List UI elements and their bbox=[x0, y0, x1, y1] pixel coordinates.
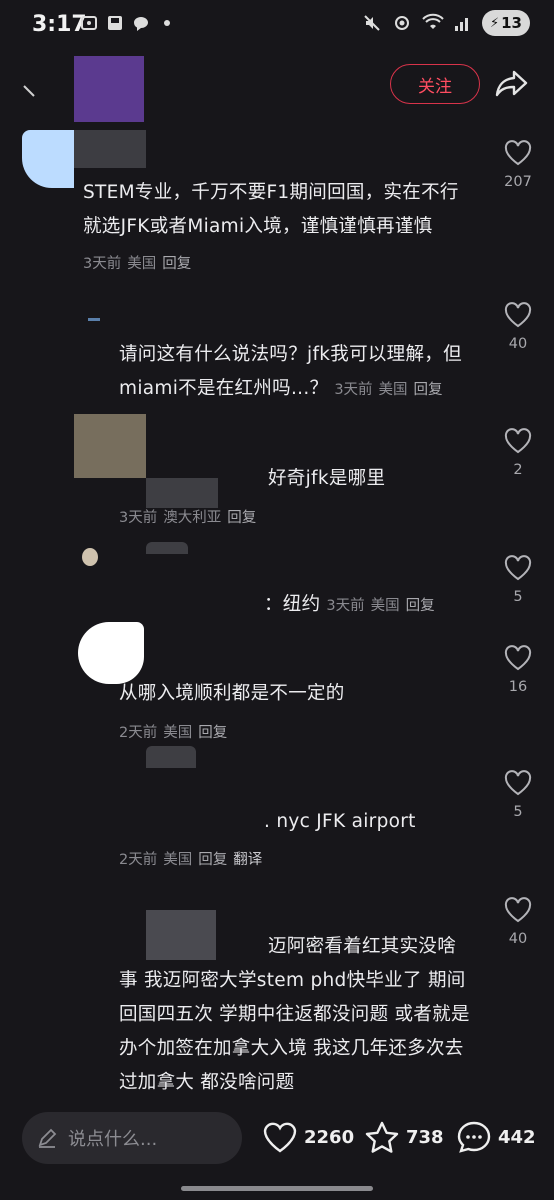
like-count-total: 2260 bbox=[304, 1126, 355, 1148]
username-redacted bbox=[146, 542, 188, 554]
comment-meta: 2天前 美国 回复 bbox=[119, 725, 228, 741]
like-count: 2 bbox=[513, 462, 523, 478]
comment-meta: 2天前 美国 回复 翻译 bbox=[119, 852, 263, 868]
heart-icon bbox=[504, 140, 532, 166]
dot-icon bbox=[164, 20, 170, 26]
comment-like[interactable]: 40 bbox=[498, 897, 538, 947]
like-count: 16 bbox=[508, 679, 528, 695]
gallery-icon bbox=[81, 16, 97, 30]
share-icon[interactable] bbox=[494, 66, 530, 102]
username-redacted bbox=[146, 478, 218, 508]
translate-button[interactable]: 翻译 bbox=[233, 852, 262, 868]
comment-text: ：纽约 3天前 美国 回复 bbox=[264, 594, 435, 615]
save-icon bbox=[108, 16, 122, 30]
comment-text: 好奇jfk是哪里 bbox=[268, 468, 386, 489]
comment-meta: 3天前 澳大利亚 回复 bbox=[119, 510, 257, 526]
like-button[interactable]: 2260 bbox=[262, 1120, 354, 1154]
favorite-button[interactable]: 738 bbox=[364, 1120, 444, 1154]
avatar[interactable] bbox=[78, 622, 144, 684]
back-icon[interactable] bbox=[22, 80, 42, 100]
comment-text: 迈阿密看着红其实没啥 事 我迈阿密大学stem phd快毕业了 期间 回国四五次… bbox=[119, 936, 470, 1093]
username-redacted bbox=[146, 746, 196, 768]
comment-text: 从哪入境顺利都是不一定的 bbox=[119, 683, 345, 704]
heart-icon bbox=[504, 428, 532, 454]
comment-like[interactable]: 40 bbox=[498, 302, 538, 352]
avatar[interactable] bbox=[74, 414, 146, 478]
reply-button[interactable]: 回复 bbox=[227, 510, 256, 526]
home-indicator[interactable] bbox=[181, 1186, 373, 1191]
like-count: 40 bbox=[508, 931, 528, 947]
input-placeholder: 说点什么... bbox=[68, 1129, 158, 1150]
status-icons-left bbox=[80, 14, 176, 32]
heart-icon bbox=[504, 897, 532, 923]
mute-icon bbox=[364, 15, 380, 31]
reply-button[interactable]: 回复 bbox=[406, 598, 435, 614]
reply-button[interactable]: 回复 bbox=[198, 852, 227, 868]
pencil-icon bbox=[38, 1128, 57, 1148]
comment-meta: 3天前 美国 回复 bbox=[326, 598, 435, 614]
like-count: 207 bbox=[504, 174, 532, 190]
reply-button[interactable]: 回复 bbox=[414, 382, 443, 398]
signal-icon bbox=[455, 18, 468, 31]
heart-icon bbox=[504, 302, 532, 328]
wifi-icon bbox=[422, 13, 444, 29]
comment-like[interactable]: 207 bbox=[498, 140, 538, 190]
comment-like[interactable]: 5 bbox=[498, 770, 538, 820]
comment-meta: 3天前 美国 回复 bbox=[83, 256, 192, 272]
avatar[interactable] bbox=[88, 318, 100, 321]
status-icons-right: ⚡ 13 bbox=[362, 10, 530, 36]
chat-bubble-icon bbox=[134, 17, 148, 31]
comment-text: STEM专业，千万不要F1期间回国，实在不行 就选JFK或者Miami入境，谨慎… bbox=[83, 182, 459, 237]
heart-icon bbox=[504, 555, 532, 581]
comment-like[interactable]: 5 bbox=[498, 555, 538, 605]
comment-input[interactable]: 说点什么... bbox=[22, 1112, 242, 1164]
heart-icon bbox=[263, 1122, 297, 1153]
status-time: 3:17 bbox=[32, 12, 87, 37]
comment-button[interactable]: 442 bbox=[456, 1120, 536, 1154]
avatar[interactable] bbox=[82, 548, 98, 566]
like-count: 40 bbox=[508, 336, 528, 352]
heart-icon bbox=[504, 770, 532, 796]
comment-text: . nyc JFK airport bbox=[264, 811, 416, 832]
heart-icon bbox=[504, 645, 532, 671]
battery-level: 13 bbox=[501, 14, 522, 32]
comment-text: 请问这有什么说法吗？jfk我可以理解，但 miami不是在红州吗...？ 3天前美… bbox=[119, 344, 462, 399]
star-icon bbox=[365, 1121, 399, 1153]
like-count: 5 bbox=[513, 804, 523, 820]
username-redacted bbox=[74, 130, 146, 168]
hotspot-icon bbox=[395, 16, 409, 30]
favorite-count: 738 bbox=[406, 1126, 444, 1148]
avatar[interactable] bbox=[22, 130, 74, 188]
like-count: 5 bbox=[513, 589, 523, 605]
comment-meta: 3天前 美国 回复 bbox=[334, 382, 443, 398]
reply-button[interactable]: 回复 bbox=[198, 725, 227, 741]
comment-count: 442 bbox=[498, 1126, 536, 1148]
reply-button[interactable]: 回复 bbox=[162, 256, 191, 272]
battery-indicator: ⚡ 13 bbox=[482, 10, 530, 36]
comment-like[interactable]: 16 bbox=[498, 645, 538, 695]
comment-icon bbox=[457, 1121, 491, 1153]
follow-button[interactable]: 关注 bbox=[390, 64, 480, 104]
author-avatar[interactable] bbox=[74, 56, 144, 122]
comment-like[interactable]: 2 bbox=[498, 428, 538, 478]
